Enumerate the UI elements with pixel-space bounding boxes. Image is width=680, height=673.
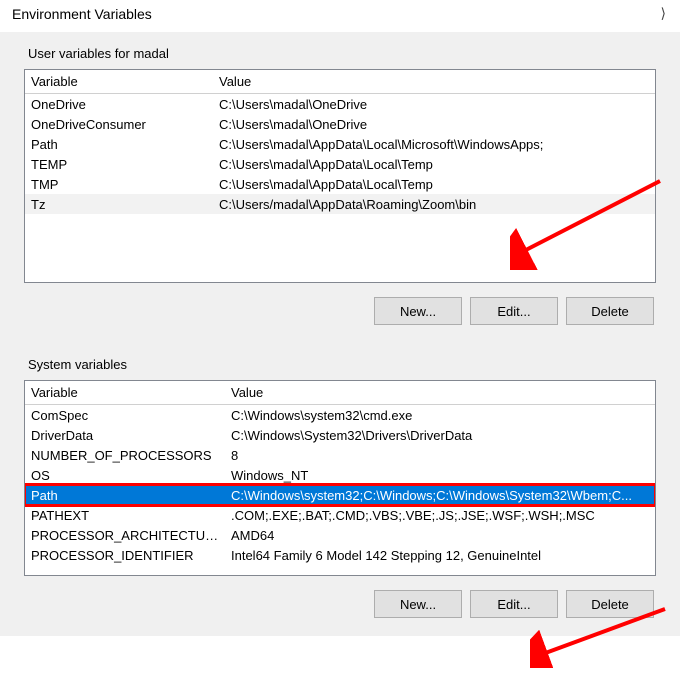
titlebar: Environment Variables ⟩ bbox=[0, 0, 680, 32]
table-row[interactable]: PROCESSOR_IDENTIFIERIntel64 Family 6 Mod… bbox=[25, 545, 655, 565]
system-variables-list[interactable]: Variable Value ComSpecC:\Windows\system3… bbox=[24, 380, 656, 576]
table-row[interactable]: PATHEXT.COM;.EXE;.BAT;.CMD;.VBS;.VBE;.JS… bbox=[25, 505, 655, 525]
user-variables-list[interactable]: Variable Value OneDriveC:\Users\madal\On… bbox=[24, 69, 656, 283]
dialog-body: User variables for madal Variable Value … bbox=[0, 32, 680, 636]
table-row[interactable]: PathC:\Users\madal\AppData\Local\Microso… bbox=[25, 134, 655, 154]
table-row[interactable]: TMPC:\Users\madal\AppData\Local\Temp bbox=[25, 174, 655, 194]
table-row[interactable]: TzC:\Users/madal\AppData\Roaming\Zoom\bi… bbox=[25, 194, 655, 214]
user-variables-group: User variables for madal Variable Value … bbox=[16, 32, 664, 343]
table-row[interactable]: PathC:\Windows\system32;C:\Windows;C:\Wi… bbox=[25, 485, 655, 505]
window-title: Environment Variables bbox=[12, 6, 152, 22]
system-new-button[interactable]: New... bbox=[374, 590, 462, 618]
table-row[interactable]: OneDriveC:\Users\madal\OneDrive bbox=[25, 94, 655, 115]
table-row[interactable]: DriverDataC:\Windows\System32\Drivers\Dr… bbox=[25, 425, 655, 445]
col-variable[interactable]: Variable bbox=[25, 70, 213, 94]
table-row[interactable]: OSWindows_NT bbox=[25, 465, 655, 485]
system-delete-button[interactable]: Delete bbox=[566, 590, 654, 618]
user-variables-title: User variables for madal bbox=[28, 46, 656, 61]
table-header-row[interactable]: Variable Value bbox=[25, 70, 655, 94]
system-edit-button[interactable]: Edit... bbox=[470, 590, 558, 618]
col-value[interactable]: Value bbox=[213, 70, 655, 94]
user-delete-button[interactable]: Delete bbox=[566, 297, 654, 325]
system-button-row: New... Edit... Delete bbox=[24, 576, 656, 628]
table-row[interactable]: ComSpecC:\Windows\system32\cmd.exe bbox=[25, 405, 655, 426]
chevron-right-icon: ⟩ bbox=[661, 5, 670, 22]
system-variables-title: System variables bbox=[28, 357, 656, 372]
table-row[interactable]: PROCESSOR_ARCHITECTUREAMD64 bbox=[25, 525, 655, 545]
col-variable[interactable]: Variable bbox=[25, 381, 225, 405]
table-header-row[interactable]: Variable Value bbox=[25, 381, 655, 405]
table-row[interactable]: OneDriveConsumerC:\Users\madal\OneDrive bbox=[25, 114, 655, 134]
system-variables-group: System variables Variable Value ComSpecC… bbox=[16, 343, 664, 636]
table-row[interactable]: TEMPC:\Users\madal\AppData\Local\Temp bbox=[25, 154, 655, 174]
col-value[interactable]: Value bbox=[225, 381, 655, 405]
user-new-button[interactable]: New... bbox=[374, 297, 462, 325]
system-variables-table: Variable Value ComSpecC:\Windows\system3… bbox=[25, 381, 655, 565]
table-row[interactable]: NUMBER_OF_PROCESSORS8 bbox=[25, 445, 655, 465]
user-variables-table: Variable Value OneDriveC:\Users\madal\On… bbox=[25, 70, 655, 214]
user-button-row: New... Edit... Delete bbox=[24, 283, 656, 335]
user-edit-button[interactable]: Edit... bbox=[470, 297, 558, 325]
